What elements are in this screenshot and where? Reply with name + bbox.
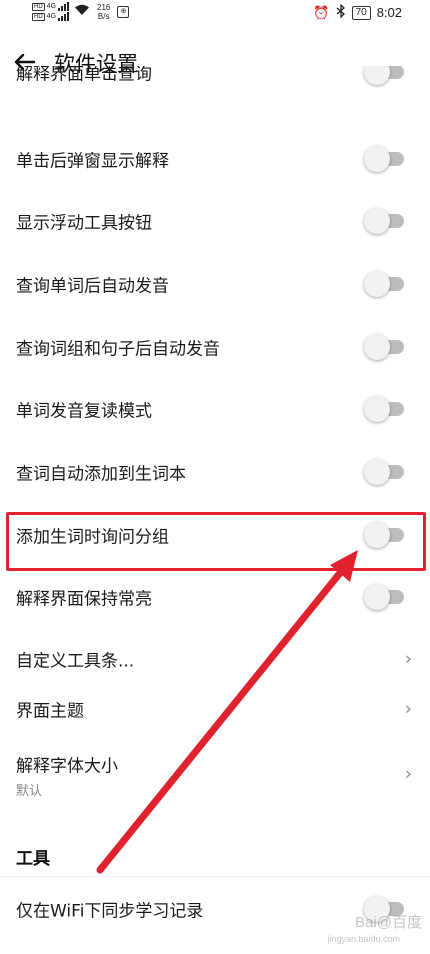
section-header-tools: 工具: [16, 849, 50, 869]
settings-row-label: 显示浮动工具按钮: [16, 213, 152, 234]
annotation-highlight-box: [6, 512, 426, 571]
battery-icon: 70: [351, 5, 371, 20]
settings-row-label: 解释界面保持常亮: [16, 589, 152, 610]
watermark-url: jingyan.baidu.com: [327, 934, 400, 944]
settings-row-value: 默认: [16, 784, 43, 799]
network-speed-unit: B/s: [97, 11, 110, 21]
settings-row-theme[interactable]: 界面主题 ›: [0, 678, 430, 740]
chevron-right-icon: ›: [404, 648, 412, 670]
sim1-network: 4G: [46, 2, 57, 10]
toggle-switch[interactable]: [364, 584, 404, 610]
sim-indicators: HD 4G HD 4G: [32, 2, 70, 21]
chevron-right-icon: ›: [404, 698, 412, 720]
toggle-knob: [364, 459, 390, 485]
wifi-icon: [74, 4, 90, 19]
toggle-knob: [364, 66, 390, 85]
toggle-switch[interactable]: [364, 459, 404, 485]
sim1-hd-badge: HD: [32, 2, 45, 11]
settings-row-label: 界面主题: [16, 701, 84, 722]
settings-row-phrase-autoplay[interactable]: 查询词组和句子后自动发音: [0, 316, 430, 378]
status-left: HD 4G HD 4G 216 B/s ⊕: [32, 2, 130, 21]
watermark-logo: Bai@百度: [355, 914, 422, 931]
toggle-knob: [364, 208, 390, 234]
settings-row-floating-tool[interactable]: 显示浮动工具按钮: [0, 190, 430, 252]
sim1-indicator: HD 4G: [32, 2, 70, 11]
sim2-indicator: HD 4G: [32, 12, 70, 21]
toggle-knob: [364, 146, 390, 172]
settings-row-label: 解释字体大小: [16, 756, 118, 777]
network-speed: 216 B/s: [97, 3, 110, 21]
chevron-right-icon: ›: [404, 763, 412, 785]
bluetooth-icon: [336, 3, 346, 21]
settings-row-partial[interactable]: 解释界面单击查询: [0, 66, 430, 94]
toggle-switch[interactable]: [364, 66, 404, 85]
notification-app-icon: ⊕: [117, 5, 130, 18]
settings-row-popup-explain[interactable]: 单击后弹窗显示解释: [0, 128, 430, 190]
toggle-switch[interactable]: [364, 334, 404, 360]
signal-icon: [58, 2, 70, 11]
toggle-switch[interactable]: [364, 271, 404, 297]
toggle-knob: [364, 271, 390, 297]
network-speed-value: 216: [97, 2, 111, 12]
signal-icon: [58, 12, 70, 21]
sim2-hd-badge: HD: [32, 12, 45, 21]
toggle-switch[interactable]: [364, 146, 404, 172]
status-bar: HD 4G HD 4G 216 B/s ⊕ ⏰ 70 8:02: [0, 0, 430, 28]
toggle-switch[interactable]: [364, 208, 404, 234]
settings-row-label: 查询单词后自动发音: [16, 276, 169, 297]
settings-row-label: 仅在WiFi下同步学习记录: [16, 901, 204, 922]
alarm-icon: ⏰: [313, 4, 330, 20]
settings-row-label: 查询词组和句子后自动发音: [16, 339, 220, 360]
settings-row-keep-screen-on[interactable]: 解释界面保持常亮: [0, 566, 430, 628]
settings-row-auto-add-wordbook[interactable]: 查词自动添加到生词本: [0, 441, 430, 503]
settings-row-label: 单击后弹窗显示解释: [16, 151, 169, 172]
clock: 8:02: [376, 5, 402, 20]
settings-row-font-size[interactable]: 解释字体大小 默认 ›: [0, 738, 430, 810]
settings-row-label: 自定义工具条...: [16, 651, 135, 672]
settings-row-label: 解释界面单击查询: [16, 66, 152, 85]
toggle-switch[interactable]: [364, 396, 404, 422]
toggle-knob: [364, 334, 390, 360]
settings-row-label: 查词自动添加到生词本: [16, 464, 186, 485]
toggle-knob: [364, 396, 390, 422]
sim2-network: 4G: [46, 12, 57, 20]
section-divider: [0, 876, 430, 877]
settings-row-repeat-mode[interactable]: 单词发音复读模式: [0, 378, 430, 440]
settings-row-word-autoplay[interactable]: 查询单词后自动发音: [0, 253, 430, 315]
settings-row-label: 单词发音复读模式: [16, 401, 152, 422]
toggle-knob: [364, 584, 390, 610]
status-right: ⏰ 70 8:02: [313, 3, 402, 21]
